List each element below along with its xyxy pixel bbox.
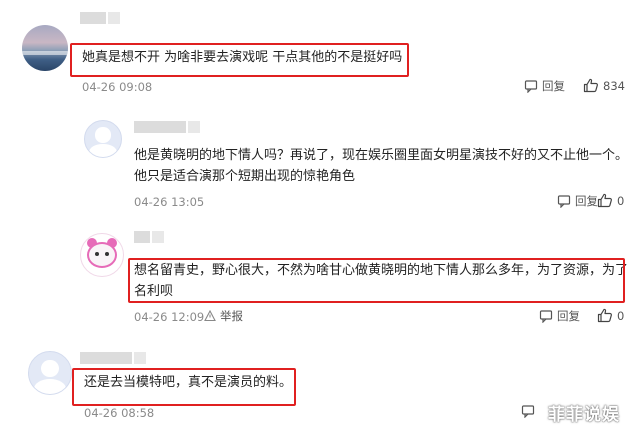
thumbs-up-icon bbox=[597, 193, 612, 208]
comment-time: 04-26 08:58 bbox=[84, 406, 155, 420]
like-button[interactable]: 834 bbox=[583, 78, 625, 93]
reply-button[interactable]: 回复 bbox=[524, 78, 565, 94]
username-blurred bbox=[80, 12, 120, 24]
comment-text-line1: 他是黄晓明的地下情人吗？再说了，现在娱乐圈里面女明星演技不好的又不止他一个。 bbox=[134, 148, 629, 163]
highlight-box bbox=[70, 43, 409, 77]
comment-icon bbox=[557, 195, 571, 208]
reply-label: 回复 bbox=[575, 194, 598, 208]
comment-text-line2: 他只是适合演那个短期出现的惊艳角色 bbox=[134, 169, 356, 184]
report-label: 举报 bbox=[220, 309, 243, 323]
avatar[interactable] bbox=[22, 25, 68, 71]
comment-time: 04-26 09:08 bbox=[82, 80, 153, 94]
reply-button[interactable]: 回复 bbox=[557, 193, 598, 209]
like-count: 834 bbox=[603, 78, 625, 93]
reply-label: 回复 bbox=[557, 309, 580, 323]
comment-time: 04-26 13:05 bbox=[134, 195, 205, 209]
reply-label: 回复 bbox=[542, 79, 565, 93]
watermark: 菲菲说娱 bbox=[548, 405, 620, 425]
comment-time: 04-26 12:09 bbox=[134, 310, 205, 324]
comment-icon bbox=[539, 310, 553, 323]
reply-button[interactable] bbox=[521, 404, 535, 418]
avatar[interactable] bbox=[84, 120, 122, 158]
username-blurred bbox=[80, 352, 146, 364]
comment-icon bbox=[524, 80, 538, 93]
report-button[interactable]: 举报 bbox=[204, 308, 243, 324]
reply-button[interactable]: 回复 bbox=[539, 308, 580, 324]
username-blurred bbox=[134, 231, 164, 243]
avatar[interactable] bbox=[28, 351, 72, 395]
like-count: 0 bbox=[617, 308, 625, 323]
thumbs-up-icon bbox=[583, 78, 598, 93]
like-button[interactable]: 0 bbox=[597, 308, 624, 323]
highlight-box bbox=[128, 258, 625, 303]
like-button[interactable]: 0 bbox=[597, 193, 624, 208]
comment-icon bbox=[521, 405, 535, 418]
avatar[interactable] bbox=[80, 233, 124, 277]
highlight-box bbox=[72, 368, 296, 406]
warning-icon bbox=[204, 310, 216, 322]
thumbs-up-icon bbox=[597, 308, 612, 323]
username-blurred bbox=[134, 121, 200, 133]
like-count: 0 bbox=[617, 193, 625, 208]
